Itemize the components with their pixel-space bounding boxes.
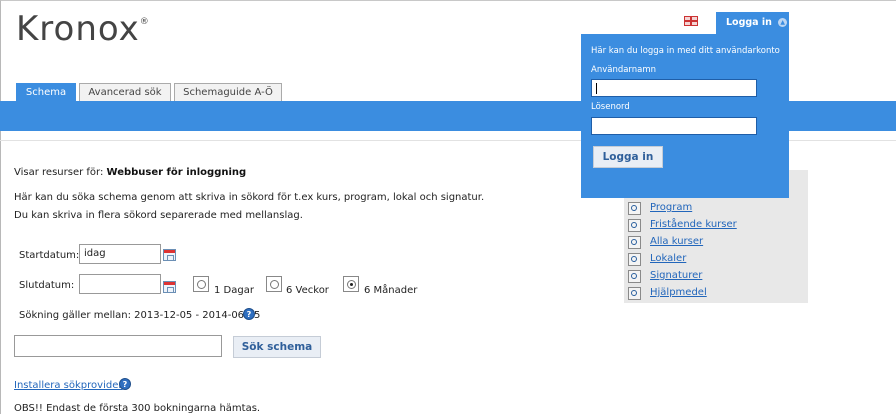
calendar-icon[interactable] (163, 249, 176, 261)
quick-link-signaturer[interactable]: Signaturer (650, 270, 702, 281)
kronox-logo[interactable]: Kronox® (16, 12, 150, 46)
resource-info: Visar resurser för: Webbuser för inloggn… (14, 167, 246, 178)
search-range-text: Sökning gäller mellan: 2013-12-05 - 2014… (19, 310, 261, 321)
quick-link-item[interactable]: Hjälpmedel (628, 284, 737, 301)
radio-circle (270, 280, 279, 289)
obs-notice: OBS!! Endast de första 300 bokningarna h… (14, 403, 261, 414)
startdatum-input[interactable]: idag (79, 244, 161, 264)
search-input[interactable] (14, 335, 222, 357)
username-input[interactable] (591, 79, 757, 97)
radio-6-veckor[interactable] (266, 276, 282, 292)
search-schema-button[interactable]: Sök schema (233, 336, 321, 358)
search-icon (628, 218, 641, 232)
quick-link-fristaende-kurser[interactable]: Fristående kurser (650, 219, 737, 230)
quick-link-item[interactable]: Alla kurser (628, 233, 737, 250)
radio-6-manader[interactable] (343, 276, 359, 292)
startdatum-label: Startdatum: (19, 250, 80, 261)
radio-1-dagar-label: 1 Dagar (214, 285, 254, 296)
help-icon[interactable]: ? (243, 308, 255, 320)
slutdatum-label: Slutdatum: (19, 280, 75, 291)
login-toggle-label: Logga in (726, 17, 772, 28)
text-cursor (596, 83, 597, 94)
search-icon (628, 235, 641, 249)
installera-sokprovider-link[interactable]: Installera sökprovider (14, 380, 122, 391)
search-icon (628, 269, 641, 283)
quick-link-item[interactable]: Lokaler (628, 250, 737, 267)
logo-text: Kronox (16, 9, 140, 49)
quick-link-item[interactable]: Signaturer (628, 267, 737, 284)
quick-link-lokaler[interactable]: Lokaler (650, 253, 686, 264)
login-dropdown: Här kan du logga in med ditt användarkon… (581, 34, 789, 198)
registered-mark: ® (139, 17, 150, 27)
quick-link-item[interactable]: Program (628, 199, 737, 216)
radio-1-dagar[interactable] (193, 276, 209, 292)
username-label: Användarnamn (591, 65, 657, 75)
login-intro: Här kan du logga in med ditt användarkon… (591, 46, 780, 56)
help-icon[interactable]: ? (119, 378, 131, 390)
calendar-icon[interactable] (163, 281, 176, 293)
search-icon (628, 252, 641, 266)
login-toggle[interactable]: Logga in ▲ (716, 12, 789, 34)
instructions-line-1: Här kan du söka schema genom att skriva … (14, 192, 485, 203)
resource-info-value: Webbuser för inloggning (106, 167, 247, 178)
instructions-line-2: Du kan skriva in flera sökord separerade… (14, 210, 303, 221)
quick-links-list: Program Fristående kurser Alla kurser Lo… (628, 199, 737, 301)
quick-link-alla-kurser[interactable]: Alla kurser (650, 236, 703, 247)
tab-schema[interactable]: Schema (16, 83, 76, 101)
uk-flag-icon[interactable] (684, 16, 698, 26)
main-tabs: Schema Avancerad sök Schemaguide A-Ö (16, 83, 282, 101)
login-submit-button[interactable]: Logga in (593, 146, 663, 168)
radio-circle (347, 280, 356, 289)
quick-link-hjalpmedel[interactable]: Hjälpmedel (650, 287, 707, 298)
password-input[interactable] (591, 117, 757, 135)
password-label: Lösenord (591, 102, 630, 112)
radio-6-veckor-label: 6 Veckor (286, 285, 329, 296)
quick-link-program[interactable]: Program (650, 202, 692, 213)
radio-6-manader-label: 6 Månader (364, 285, 418, 296)
search-icon (628, 201, 641, 215)
tab-avancerad-sok[interactable]: Avancerad sök (79, 83, 171, 101)
tab-schemaguide[interactable]: Schemaguide A-Ö (174, 83, 282, 101)
slutdatum-input[interactable] (79, 274, 161, 294)
chevron-up-icon: ▲ (778, 18, 788, 27)
resource-info-prefix: Visar resurser för: (14, 167, 107, 178)
radio-circle (197, 280, 206, 289)
search-icon (628, 286, 641, 300)
quick-link-item[interactable]: Fristående kurser (628, 216, 737, 233)
